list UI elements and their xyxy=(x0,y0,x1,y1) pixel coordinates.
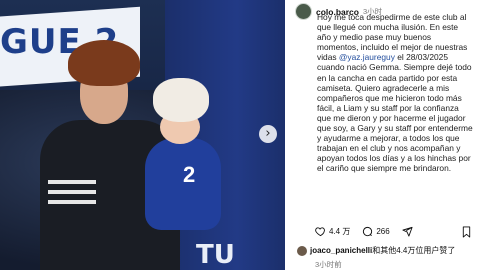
player-hair xyxy=(68,40,140,86)
instagram-post: GUE 2 TU 2 › colo.barco 3小时 Hoy me toca … xyxy=(0,0,480,270)
comments-count: 266 xyxy=(376,227,390,236)
share-icon xyxy=(402,226,413,237)
comment-button[interactable]: 266 xyxy=(362,226,390,237)
chevron-right-icon[interactable]: › xyxy=(259,125,277,143)
jacket-stripe xyxy=(48,200,96,204)
avatar[interactable] xyxy=(295,3,312,20)
liked-by-row[interactable]: joaco_panichelli 和其他4.4万位用户赞了 xyxy=(297,245,455,256)
like-button[interactable]: 4.4 万 xyxy=(315,226,350,237)
player-figure: 2 xyxy=(40,40,221,270)
baby-kit-number: 2 xyxy=(183,162,196,187)
heart-icon xyxy=(315,227,325,237)
baby-figure: 2 xyxy=(135,78,227,230)
jacket-stripe xyxy=(48,180,96,184)
avatar xyxy=(297,245,307,256)
comment-icon xyxy=(363,226,373,237)
post-photo[interactable]: GUE 2 TU 2 › xyxy=(0,0,285,270)
post-caption: Hoy me toca despedirme de este club al q… xyxy=(317,12,473,174)
posted-timestamp: 3小时前 xyxy=(315,260,342,269)
baby-hat xyxy=(153,78,209,122)
liked-by-user[interactable]: joaco_panichelli xyxy=(310,246,372,255)
caption-text: el 28/03/2025 cuando nació Gemma. Siempr… xyxy=(317,52,473,174)
mention-link[interactable]: @yaz.jaureguy xyxy=(339,52,395,62)
post-sidebar: colo.barco 3小时 Hoy me toca despedirme de… xyxy=(285,0,480,270)
bookmark-icon xyxy=(462,226,471,238)
jacket-stripe xyxy=(48,190,96,194)
likes-count: 4.4 万 xyxy=(329,227,351,236)
action-bar: 4.4 万 266 xyxy=(315,226,428,237)
save-button[interactable] xyxy=(461,225,472,243)
liked-by-text: 和其他4.4万位用户赞了 xyxy=(372,246,456,255)
share-button[interactable] xyxy=(402,226,416,237)
